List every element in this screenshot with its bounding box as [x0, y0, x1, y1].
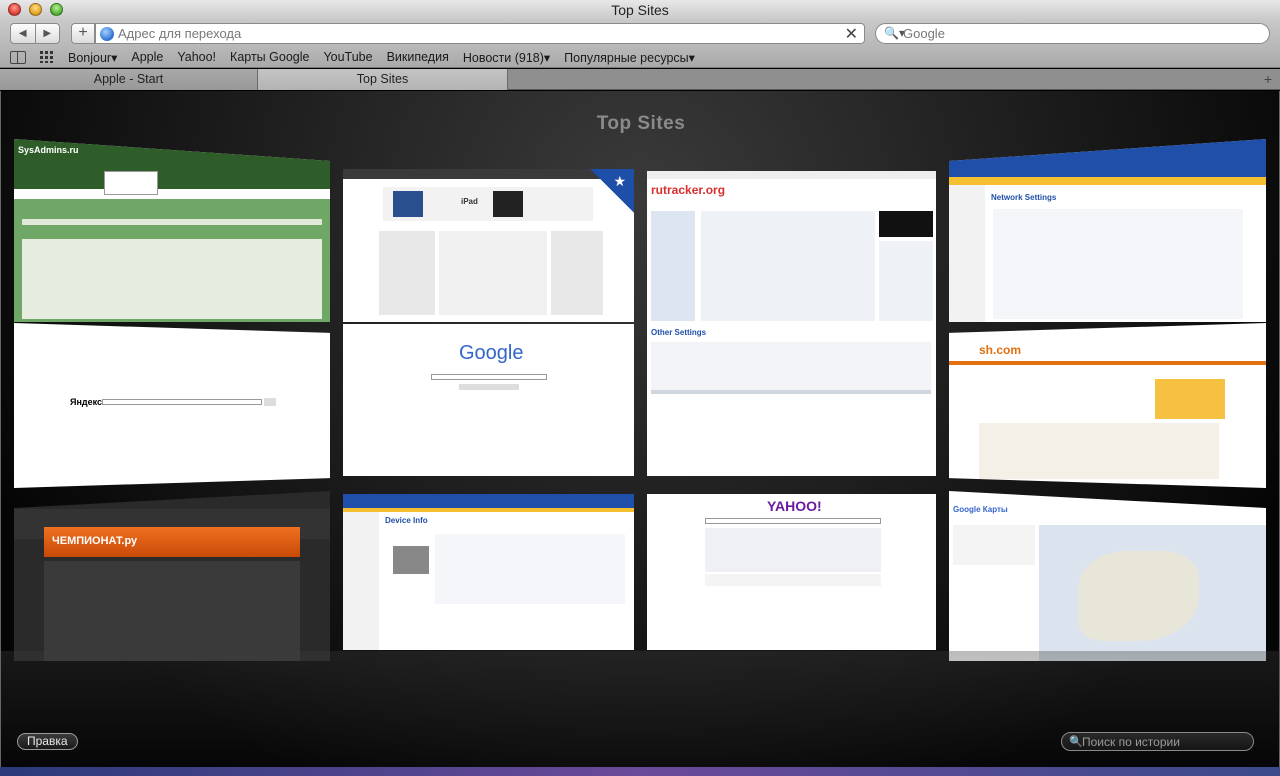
- search-icon: 🔍: [1069, 736, 1083, 748]
- address-placeholder: Адрес для перехода: [118, 26, 242, 41]
- bookmark-google-maps[interactable]: Карты Google: [230, 50, 309, 64]
- thumb-logo: ЧЕМПИОНАТ.ру: [52, 535, 138, 547]
- thumbnail-sysadmins[interactable]: SysAdmins.ru: [14, 139, 330, 322]
- window-title: Top Sites: [611, 2, 669, 18]
- thumb-logo: Network Settings: [991, 193, 1057, 202]
- thumb-logo: YAHOO!: [767, 498, 822, 514]
- thumbnail-google-maps[interactable]: Google Карты: [949, 491, 1266, 661]
- thumb-logo: Device Info: [385, 516, 428, 525]
- thumb-logo: Other Settings: [651, 328, 707, 337]
- tab-apple-start[interactable]: Apple - Start: [0, 69, 258, 90]
- back-button[interactable]: ◀: [11, 24, 35, 43]
- bookmark-youtube[interactable]: YouTube: [323, 50, 372, 64]
- address-field[interactable]: Адрес для перехода ✕: [95, 23, 865, 44]
- tab-top-sites[interactable]: Top Sites: [258, 69, 508, 90]
- bookmark-bonjour[interactable]: Bonjour▾: [68, 50, 117, 65]
- pin-star-icon[interactable]: ★: [613, 173, 626, 190]
- thumbnail-hp-other[interactable]: Other Settings: [647, 324, 936, 476]
- thumbnail-google[interactable]: Google: [343, 324, 634, 476]
- thumbnail-hp-device[interactable]: Device Info: [343, 494, 634, 650]
- forward-button[interactable]: ▶: [34, 24, 60, 43]
- search-placeholder: Google: [903, 26, 945, 41]
- thumb-logo: Google: [459, 342, 524, 364]
- history-search-placeholder: Поиск по истории: [1082, 735, 1180, 749]
- bookmark-apple[interactable]: Apple: [131, 50, 163, 64]
- toolbar: ◀ ▶ + Адрес для перехода ✕ 🔍▾ Google: [0, 20, 1280, 47]
- back-forward-control: ◀ ▶: [10, 23, 60, 44]
- thumb-logo: SysAdmins.ru: [18, 145, 79, 155]
- top-sites-grid-icon[interactable]: [40, 51, 54, 63]
- minimize-window-button[interactable]: [29, 3, 42, 16]
- reflection: [1, 651, 1280, 776]
- title-bar: Top Sites: [0, 0, 1280, 20]
- thumbnail-rutracker[interactable]: rutracker.org: [647, 171, 936, 324]
- bookmark-news[interactable]: Новости (918)▾: [463, 50, 550, 65]
- bookmark-popular[interactable]: Популярные ресурсы▾: [564, 50, 695, 65]
- tab-bar: Apple - Start Top Sites +: [0, 69, 1280, 90]
- thumbnail-yahoo[interactable]: YAHOO!: [647, 494, 936, 650]
- thumb-logo: Яндекс: [70, 397, 103, 407]
- zoom-window-button[interactable]: [50, 3, 63, 16]
- add-bookmark-button[interactable]: +: [71, 23, 95, 44]
- new-tab-button[interactable]: +: [1264, 69, 1272, 90]
- desktop-strip: [0, 767, 1280, 776]
- book-icon[interactable]: [10, 50, 26, 64]
- thumbnail-yandex[interactable]: Яндекс: [14, 323, 330, 488]
- bookmarks-bar: Bonjour▾ Apple Yahoo! Карты Google YouTu…: [0, 47, 1280, 68]
- bookmark-yahoo[interactable]: Yahoo!: [177, 50, 216, 64]
- close-window-button[interactable]: [8, 3, 21, 16]
- clear-address-icon[interactable]: ✕: [845, 24, 858, 44]
- thumb-logo: sh.com: [979, 343, 1022, 357]
- bookmark-wikipedia[interactable]: Википедия: [387, 50, 449, 64]
- thumbnail-sh-com[interactable]: sh.com: [949, 323, 1266, 488]
- top-sites-heading: Top Sites: [596, 113, 686, 134]
- search-field[interactable]: 🔍▾ Google: [875, 23, 1270, 44]
- top-sites-view: Top Sites SysAdmins.ru iPad ★ rutracker.…: [0, 91, 1280, 776]
- thumbnail-hp-network[interactable]: Network Settings: [949, 139, 1266, 322]
- thumbnail-apple[interactable]: iPad ★: [343, 169, 634, 322]
- search-icon[interactable]: 🔍▾: [884, 26, 905, 40]
- edit-button[interactable]: Правка: [17, 733, 78, 750]
- thumb-logo: Google Карты: [953, 505, 1008, 514]
- thumb-logo: iPad: [461, 197, 478, 206]
- thumbnail-championat[interactable]: ЧЕМПИОНАТ.ру: [14, 491, 330, 661]
- history-search-field[interactable]: 🔍 Поиск по истории: [1061, 732, 1254, 751]
- globe-icon: [100, 27, 114, 41]
- thumb-logo: rutracker.org: [651, 183, 726, 197]
